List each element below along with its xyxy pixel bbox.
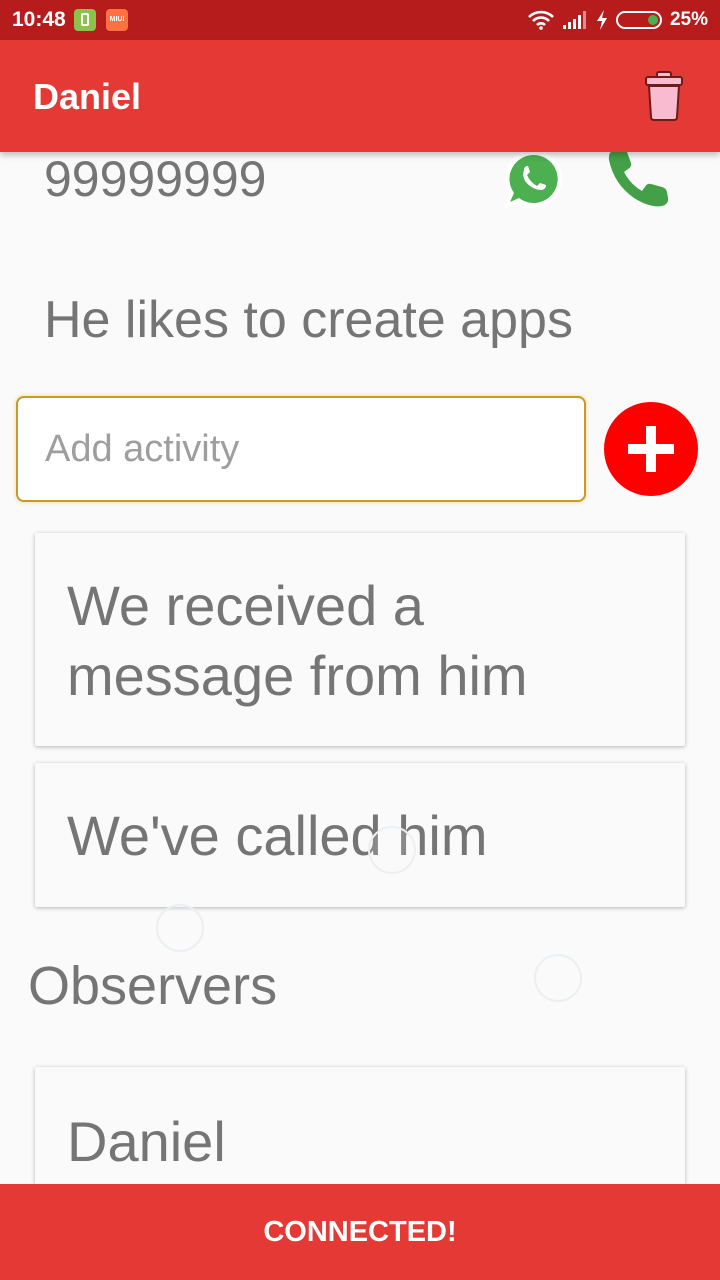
whatsapp-icon[interactable] xyxy=(500,146,568,214)
activity-card: We've called him xyxy=(35,763,685,907)
status-time: 10:48 xyxy=(12,8,66,31)
add-activity-button[interactable] xyxy=(604,402,698,496)
activity-text: We've called him xyxy=(67,804,488,867)
observers-heading: Observers xyxy=(28,956,278,1016)
observer-name: Daniel xyxy=(67,1110,226,1173)
app-bar: Daniel xyxy=(0,40,720,152)
page-title: Daniel xyxy=(33,76,142,117)
contact-phone: 99999999 xyxy=(44,151,267,207)
add-activity-input[interactable] xyxy=(16,396,586,502)
snackbar-message: CONNECTED! xyxy=(263,1216,457,1248)
touch-ripple xyxy=(156,904,204,952)
trash-icon[interactable] xyxy=(642,70,686,122)
phone-app-icon xyxy=(74,9,96,31)
touch-ripple xyxy=(534,954,582,1002)
activity-card: We received a message from him xyxy=(35,533,685,746)
activity-text: We received a message from him xyxy=(67,574,528,707)
battery-percent: 25% xyxy=(669,9,708,30)
status-bar: 10:48 MIUI 25% xyxy=(0,0,720,40)
connection-snackbar: CONNECTED! xyxy=(0,1184,720,1280)
wifi-icon xyxy=(528,10,554,30)
charging-icon xyxy=(596,10,607,30)
battery-icon xyxy=(615,11,662,29)
call-icon[interactable] xyxy=(606,146,674,210)
touch-ripple xyxy=(368,826,416,874)
miui-app-icon: MIUI xyxy=(106,9,128,31)
status-indicators: 25% xyxy=(528,6,708,34)
signal-icon xyxy=(562,11,586,29)
contact-description: He likes to create apps xyxy=(44,291,573,349)
